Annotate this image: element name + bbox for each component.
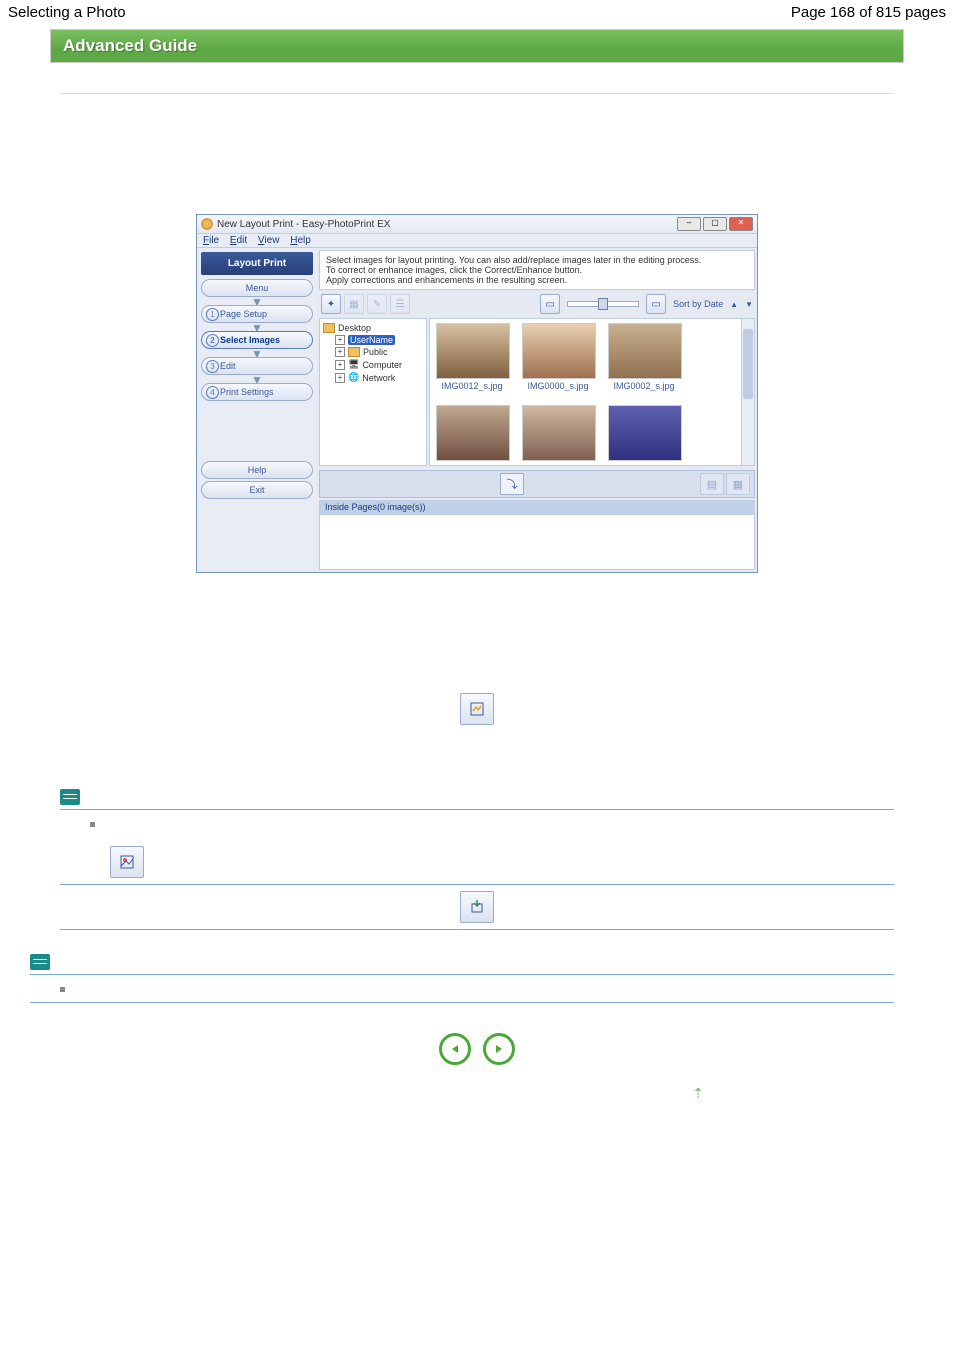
- step-label: Page Setup: [220, 309, 267, 319]
- thumbnail-item[interactable]: [436, 405, 508, 461]
- remove-selection-button[interactable]: ▦: [726, 473, 750, 495]
- page-number: Page 168 of 815 pages: [791, 4, 946, 21]
- help-button[interactable]: Help: [201, 461, 313, 479]
- right-panel: Select images for layout printing. You c…: [317, 248, 757, 572]
- menu-edit[interactable]: Edit: [230, 235, 247, 246]
- title-bar: New Layout Print - Easy-PhotoPrint EX – …: [197, 215, 757, 234]
- step-edit[interactable]: 3Edit: [201, 357, 313, 375]
- minimize-button[interactable]: –: [677, 217, 701, 231]
- filter-button: ✎: [367, 294, 387, 314]
- book-icon: [30, 954, 50, 970]
- sort-label[interactable]: Sort by Date: [673, 299, 723, 309]
- import-icon: [460, 891, 494, 923]
- photo-thumbnail: [522, 405, 596, 461]
- add-image-icon: [460, 693, 494, 725]
- left-panel: Layout Print Menu ▼ 1Page Setup ▼ 2Selec…: [197, 248, 317, 572]
- menu-bar: File Edit View Help: [197, 234, 757, 248]
- photo-thumbnail: [436, 405, 510, 461]
- step-label: Select Images: [220, 335, 280, 345]
- thumbnail-area: IMG0012_s.jpg IMG0000_s.jpg IMG0002_s.jp…: [429, 318, 755, 466]
- app-window: New Layout Print - Easy-PhotoPrint EX – …: [196, 214, 758, 573]
- thumbnail-item[interactable]: [608, 405, 680, 461]
- note-heading: [30, 950, 894, 975]
- note-heading: [60, 785, 894, 810]
- folder-icon: [348, 347, 360, 357]
- network-icon: 🌐: [348, 372, 359, 383]
- scrollbar[interactable]: [741, 319, 754, 465]
- thumbnail-item[interactable]: IMG0002_s.jpg: [608, 323, 680, 391]
- photo-thumbnail: [608, 323, 682, 379]
- maximize-button[interactable]: ▢: [703, 217, 727, 231]
- note-row: [60, 810, 894, 885]
- up-arrow-icon: ⇡: [686, 1085, 704, 1103]
- toolbar: ✦ ▦ ✎ ☰ ▭ ▭ Sort by Date ▲ ▼: [317, 292, 757, 316]
- book-icon: [60, 789, 80, 805]
- inside-pages-strip: [319, 514, 755, 570]
- menu-help[interactable]: Help: [290, 235, 311, 246]
- expand-icon[interactable]: +: [335, 360, 345, 370]
- expand-icon[interactable]: +: [335, 335, 345, 345]
- thumbnail-item[interactable]: IMG0000_s.jpg: [522, 323, 594, 391]
- instruction-text: Select images for layout printing. You c…: [319, 250, 755, 290]
- calendar-button: ▦: [344, 294, 364, 314]
- special-button: ☰: [390, 294, 410, 314]
- section-bar: Advanced Guide: [50, 29, 904, 63]
- photo-thumbnail: [608, 405, 682, 461]
- window-title: New Layout Print - Easy-PhotoPrint EX: [217, 219, 390, 230]
- note-row: [60, 885, 894, 930]
- bullet-icon: [90, 822, 95, 827]
- folder-tree[interactable]: Desktop +UserName +Public +🖥Computer +🌐N…: [319, 318, 427, 466]
- thumbnail-label: IMG0002_s.jpg: [608, 381, 680, 391]
- correct-enhance-icon: [110, 846, 144, 878]
- step-select-images[interactable]: 2Select Images: [201, 331, 313, 349]
- note-row: [30, 975, 894, 1003]
- add-to-selection-button[interactable]: ⤵: [500, 473, 524, 495]
- sort-asc-icon[interactable]: ▲: [730, 300, 738, 309]
- prev-page-button[interactable]: [439, 1033, 471, 1065]
- selection-bar: ⤵ ▤ ▦: [319, 470, 755, 498]
- step-print-settings[interactable]: 4Print Settings: [201, 383, 313, 401]
- tree-node-username[interactable]: UserName: [348, 335, 395, 345]
- page-nav: [60, 1033, 894, 1065]
- step-page-setup[interactable]: 1Page Setup: [201, 305, 313, 323]
- computer-icon: 🖥: [348, 359, 359, 370]
- mode-title: Layout Print: [201, 252, 313, 275]
- step-label: Edit: [220, 361, 236, 371]
- next-page-button[interactable]: [483, 1033, 515, 1065]
- page-title: Selecting a Photo: [8, 4, 126, 21]
- zoom-slider[interactable]: [567, 301, 639, 307]
- thumbnail-label: IMG0012_s.jpg: [436, 381, 508, 391]
- close-button[interactable]: ✕: [729, 217, 753, 231]
- photo-thumbnail: [522, 323, 596, 379]
- divider: [60, 93, 894, 94]
- inside-pages-label: Inside Pages(0 image(s)): [319, 500, 755, 514]
- sort-dropdown-icon[interactable]: ▼: [745, 300, 753, 309]
- thumbnail-item[interactable]: IMG0012_s.jpg: [436, 323, 508, 391]
- step-label: Print Settings: [220, 387, 274, 397]
- app-icon: [201, 218, 213, 230]
- thumbnail-item[interactable]: [522, 405, 594, 461]
- tree-node-desktop[interactable]: Desktop: [338, 323, 371, 333]
- folder-icon: [323, 323, 335, 333]
- exit-button[interactable]: Exit: [201, 481, 313, 499]
- zoom-out-button[interactable]: ▭: [540, 294, 560, 314]
- tree-node-public[interactable]: Public: [363, 347, 388, 357]
- tree-node-computer[interactable]: Computer: [362, 360, 402, 370]
- back-to-top[interactable]: ⇡: [60, 1085, 894, 1103]
- tree-node-network[interactable]: Network: [362, 373, 395, 383]
- expand-icon[interactable]: +: [335, 347, 345, 357]
- thumbnail-label: IMG0000_s.jpg: [522, 381, 594, 391]
- photo-thumbnail: [436, 323, 510, 379]
- menu-view[interactable]: View: [258, 235, 280, 246]
- menu-file[interactable]: File: [203, 235, 219, 246]
- expand-icon[interactable]: +: [335, 373, 345, 383]
- view-selection-button[interactable]: ▤: [700, 473, 724, 495]
- bullet-icon: [60, 987, 65, 992]
- correct-enhance-button[interactable]: ✦: [321, 294, 341, 314]
- zoom-in-button[interactable]: ▭: [646, 294, 666, 314]
